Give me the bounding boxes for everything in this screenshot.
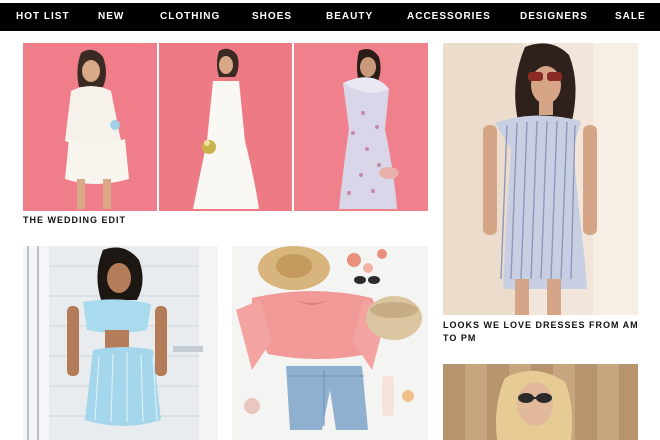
nav-item-beauty[interactable]: BEAUTY [326, 3, 373, 31]
nav-item-hot-list[interactable]: HOT LIST [16, 3, 70, 31]
sunglasses-look-image[interactable] [443, 364, 638, 440]
dresses-am-pm-caption[interactable]: LOOKS WE LOVE DRESSES FROM AM TO PM [443, 319, 643, 345]
wedding-edit-image[interactable] [23, 43, 428, 211]
nav-item-new[interactable]: NEW [98, 3, 124, 31]
sunglasses-look-photo [443, 364, 638, 440]
blue-set-image[interactable] [23, 246, 218, 440]
nav-item-shoes[interactable]: SHOES [252, 3, 292, 31]
flat-lay-photo [232, 246, 428, 440]
main-nav: HOT LIST NEW CLOTHING SHOES BEAUTY ACCES… [0, 3, 660, 31]
dresses-am-pm-image[interactable] [443, 43, 638, 315]
wedding-edit-photo [23, 43, 428, 211]
flat-lay-image[interactable] [232, 246, 428, 440]
wedding-edit-caption[interactable]: THE WEDDING EDIT [23, 214, 323, 227]
blue-set-photo [23, 246, 218, 440]
header: HOT LIST NEW CLOTHING SHOES BEAUTY ACCES… [0, 0, 660, 32]
nav-item-sale[interactable]: SALE [615, 3, 646, 31]
dresses-am-pm-photo [443, 43, 638, 315]
nav-item-designers[interactable]: DESIGNERS [520, 3, 588, 31]
nav-item-clothing[interactable]: CLOTHING [160, 3, 220, 31]
nav-item-accessories[interactable]: ACCESSORIES [407, 3, 491, 31]
